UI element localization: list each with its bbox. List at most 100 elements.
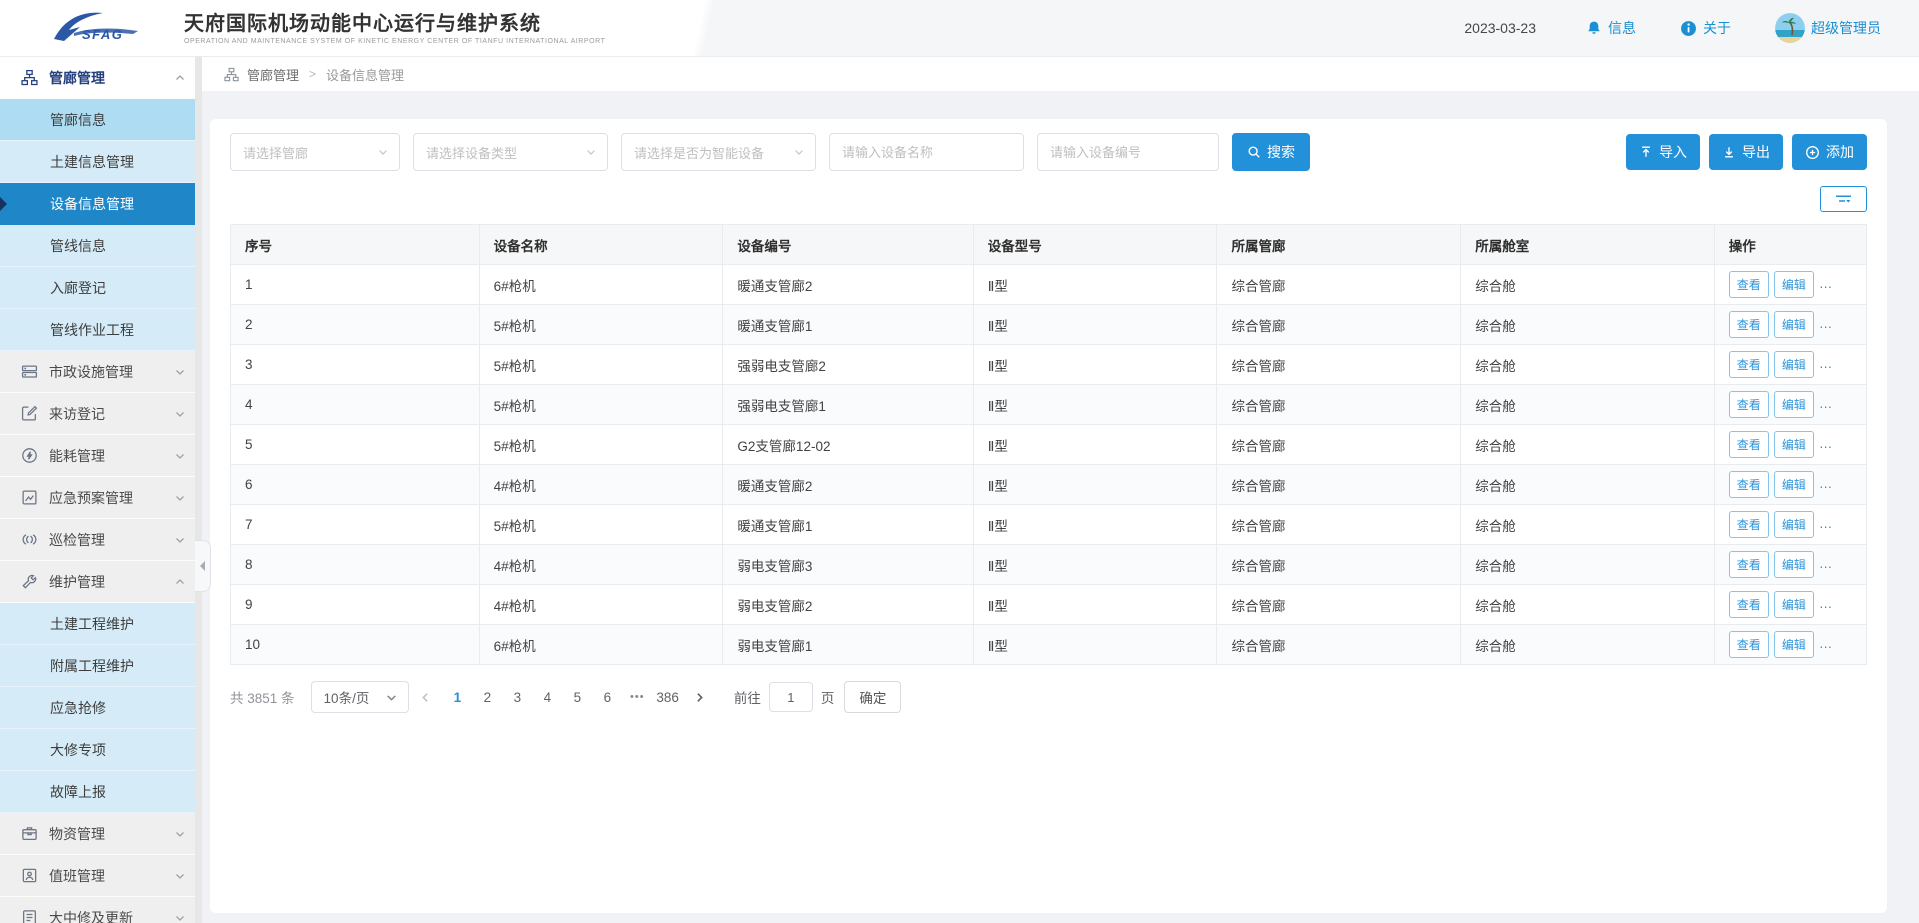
page-ellipsis[interactable]: •••: [622, 691, 652, 703]
page-number[interactable]: 1: [442, 690, 472, 705]
emergency-plan-icon: [21, 489, 39, 507]
sidebar-group-7[interactable]: 市政设施管理: [0, 351, 202, 393]
edit-button[interactable]: 编辑: [1774, 351, 1814, 378]
device-type-select[interactable]: 请选择设备类型: [413, 133, 608, 171]
page-number[interactable]: 386: [652, 690, 683, 705]
chevron-down-icon: [577, 146, 597, 158]
import-button[interactable]: 导入: [1626, 134, 1700, 170]
about-link[interactable]: 关于: [1680, 18, 1731, 38]
sidebar-item-4[interactable]: 管线信息: [0, 225, 202, 267]
table-row: 16#枪机暖通支管廊2Ⅱ型综合管廊综合舱查看编辑删除: [231, 265, 1867, 305]
add-button[interactable]: 添加: [1792, 134, 1867, 170]
view-button[interactable]: 查看: [1729, 391, 1769, 418]
sidebar-item-3[interactable]: 设备信息管理: [0, 183, 202, 225]
confirm-button[interactable]: 确定: [844, 681, 901, 713]
edit-button[interactable]: 编辑: [1774, 391, 1814, 418]
sidebar-group-19[interactable]: 值班管理: [0, 855, 202, 897]
edit-button[interactable]: 编辑: [1774, 431, 1814, 458]
edit-button[interactable]: 编辑: [1774, 591, 1814, 618]
column-header: 所属管廊: [1217, 225, 1461, 265]
device-name-input[interactable]: [829, 133, 1024, 171]
corridor-select[interactable]: 请选择管廊: [230, 133, 400, 171]
sidebar-group-9[interactable]: 能耗管理: [0, 435, 202, 477]
smart-device-select[interactable]: 请选择是否为智能设备: [621, 133, 816, 171]
cell-name: 5#枪机: [479, 345, 723, 385]
breadcrumb-section[interactable]: 管廊管理: [247, 65, 299, 84]
table-header: 序号设备名称设备编号设备型号所属管廊所属舱室操作: [231, 225, 1867, 265]
view-button[interactable]: 查看: [1729, 511, 1769, 538]
messages-link[interactable]: 信息: [1586, 18, 1636, 38]
view-button[interactable]: 查看: [1729, 551, 1769, 578]
page-number[interactable]: 6: [592, 690, 622, 705]
sidebar-group-18[interactable]: 物资管理: [0, 813, 202, 855]
view-button[interactable]: 查看: [1729, 271, 1769, 298]
cell-name: 4#枪机: [479, 585, 723, 625]
prev-page-button[interactable]: [419, 691, 432, 704]
cell-model: Ⅱ型: [973, 265, 1217, 305]
sidebar-group-0[interactable]: 管廊管理: [0, 57, 202, 99]
export-button[interactable]: 导出: [1709, 134, 1783, 170]
edit-button[interactable]: 编辑: [1774, 511, 1814, 538]
cell-cabin: 综合舱: [1461, 625, 1715, 665]
sidebar-group-12[interactable]: 维护管理: [0, 561, 202, 603]
sidebar-item-2[interactable]: 土建信息管理: [0, 141, 202, 183]
edit-button[interactable]: 编辑: [1774, 551, 1814, 578]
sidebar-group-10[interactable]: 应急预案管理: [0, 477, 202, 519]
column-header: 所属舱室: [1461, 225, 1715, 265]
cell-code: 弱电支管廊3: [723, 545, 973, 585]
content: 管廊管理 > 设备信息管理 请选择管廊 请选择设备类型: [202, 57, 1919, 923]
sidebar-item-13[interactable]: 土建工程维护: [0, 603, 202, 645]
table-row: 75#枪机暖通支管廊1Ⅱ型综合管廊综合舱查看编辑删除: [231, 505, 1867, 545]
chevron-up-icon: [174, 576, 186, 588]
page-size-select[interactable]: 10条/页: [311, 681, 410, 713]
page-number[interactable]: 2: [472, 690, 502, 705]
table-row: 25#枪机暖通支管廊1Ⅱ型综合管廊综合舱查看编辑删除: [231, 305, 1867, 345]
sidebar-item-label: 土建信息管理: [50, 152, 134, 172]
chevron-down-icon: [174, 366, 186, 378]
device-code-input[interactable]: [1037, 133, 1219, 171]
user-menu[interactable]: 超级管理员: [1775, 13, 1881, 43]
page-number[interactable]: 5: [562, 690, 592, 705]
search-button[interactable]: 搜索: [1232, 133, 1310, 171]
sidebar-group-20[interactable]: 大中修及更新: [0, 897, 202, 923]
sidebar-item-6[interactable]: 管线作业工程: [0, 309, 202, 351]
cell-model: Ⅱ型: [973, 585, 1217, 625]
duty-icon: [21, 867, 39, 885]
view-button[interactable]: 查看: [1729, 351, 1769, 378]
edit-button[interactable]: 编辑: [1774, 311, 1814, 338]
view-button[interactable]: 查看: [1729, 311, 1769, 338]
sidebar-collapse-handle[interactable]: [195, 540, 211, 592]
sidebar-item-16[interactable]: 大修专项: [0, 729, 202, 771]
sidebar-item-label: 应急抢修: [50, 698, 106, 718]
sidebar-item-1[interactable]: 管廊信息: [0, 99, 202, 141]
sidebar-group-label: 大中修及更新: [49, 908, 133, 923]
view-button[interactable]: 查看: [1729, 631, 1769, 658]
cell-model: Ⅱ型: [973, 425, 1217, 465]
edit-button[interactable]: 编辑: [1774, 471, 1814, 498]
view-button[interactable]: 查看: [1729, 431, 1769, 458]
breadcrumb-separator: >: [309, 67, 316, 81]
page-number[interactable]: 3: [502, 690, 532, 705]
upload-icon: [1639, 145, 1653, 159]
sidebar-group-8[interactable]: 来访登记: [0, 393, 202, 435]
column-header: 操作: [1714, 225, 1866, 265]
sidebar-item-5[interactable]: 入廊登记: [0, 267, 202, 309]
cell-seq: 8: [231, 545, 480, 585]
edit-button[interactable]: 编辑: [1774, 271, 1814, 298]
edit-icon: [21, 405, 39, 423]
chevron-down-icon: [385, 691, 398, 704]
cell-code: 暖通支管廊2: [723, 265, 973, 305]
sidebar-item-15[interactable]: 应急抢修: [0, 687, 202, 729]
column-filter-button[interactable]: [1820, 186, 1867, 212]
view-button[interactable]: 查看: [1729, 471, 1769, 498]
sidebar-item-17[interactable]: 故障上报: [0, 771, 202, 813]
sidebar-item-14[interactable]: 附属工程维护: [0, 645, 202, 687]
edit-button[interactable]: 编辑: [1774, 631, 1814, 658]
page-number[interactable]: 4: [532, 690, 562, 705]
sidebar-group-11[interactable]: 巡检管理: [0, 519, 202, 561]
view-button[interactable]: 查看: [1729, 591, 1769, 618]
next-page-button[interactable]: [693, 691, 706, 704]
corridor-select-placeholder: 请选择管廊: [243, 143, 308, 162]
goto-page-input[interactable]: [769, 682, 813, 712]
cell-seq: 5: [231, 425, 480, 465]
